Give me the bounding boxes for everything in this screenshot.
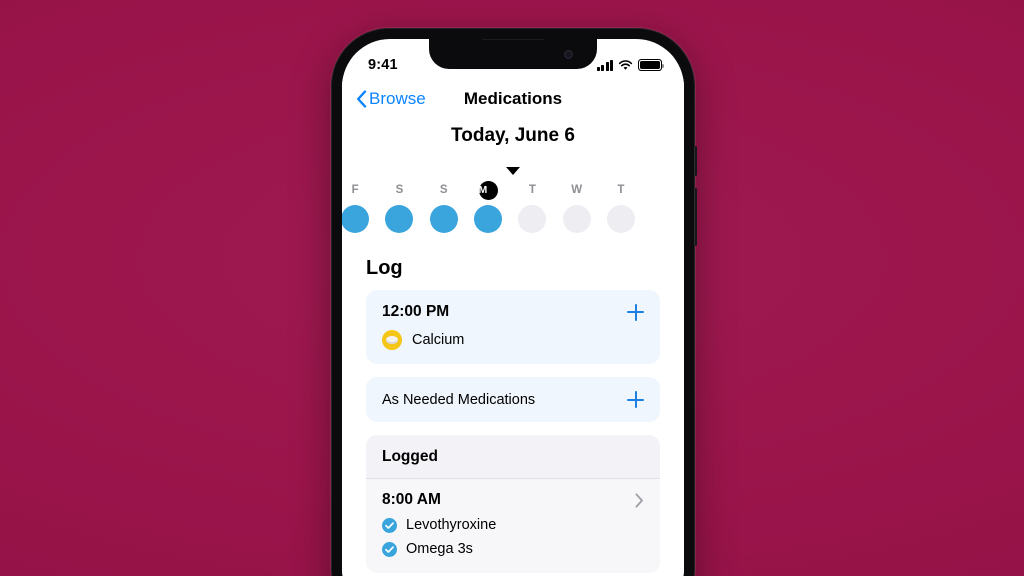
chevron-right-icon[interactable] [635,492,644,508]
wifi-icon [618,59,633,70]
as-needed-medications-card[interactable]: As Needed Medications [366,377,660,422]
day-dose-indicator [606,205,635,233]
day-dose-indicator [562,205,591,233]
day-dose-indicator [474,205,503,233]
day-label: T [528,184,536,196]
logged-entry[interactable]: 8:00 AM Levothyroxine Omega 3s [366,479,660,573]
log-section-title: Log [366,257,403,279]
status-time: 9:41 [368,57,398,73]
check-circle-icon [382,517,397,533]
day-dose-indicator [385,205,414,233]
day-label: W [571,184,583,196]
day-s-1[interactable]: S [377,181,421,233]
day-label: F [351,184,359,196]
day-s-2[interactable]: S [422,181,466,233]
day-t-6[interactable]: T [599,181,643,233]
day-label: S [395,184,404,196]
signal-bars-icon [596,59,613,71]
day-f-0[interactable]: F [342,181,377,233]
logged-time: 8:00 AM [382,491,441,508]
day-selector[interactable]: FSSMTWT [342,181,684,233]
day-t-4[interactable]: T [510,181,554,233]
day-m-3[interactable]: M [466,181,510,233]
tablet-pill-icon [382,330,402,350]
log-scroll-content[interactable]: Log 12:00 PM Calcium As Needed Medicatio… [342,231,684,576]
week-strip: FSSMTWT [342,159,684,233]
check-glyph [385,521,394,529]
day-label: S [439,184,448,196]
check-glyph [385,545,394,553]
day-dose-indicator [518,205,547,233]
date-header: Today, June 6 [451,125,575,146]
day-label: M [478,181,498,200]
back-button-label: Browse [369,89,426,108]
logged-medication-name: Omega 3s [406,541,473,557]
add-as-needed-button[interactable] [627,391,644,408]
day-w-5[interactable]: W [554,181,598,233]
due-medication-row[interactable]: Calcium [382,330,644,350]
front-camera-icon [564,50,573,59]
chevron-left-icon [357,90,367,108]
phone-device: 9:41 Browse Medications Today, June 6 F … [331,28,697,576]
day-dose-indicator [429,205,458,233]
caret-down-icon [506,167,520,175]
logged-medication-row[interactable]: Levothyroxine [382,517,644,533]
day-label: T [617,184,625,196]
back-button[interactable]: Browse [356,89,426,109]
logged-medication-name: Levothyroxine [406,517,497,533]
logged-section-header: Logged [366,435,660,479]
due-medication-name: Calcium [412,332,465,348]
phone-screen: 9:41 Browse Medications Today, June 6 F … [342,39,684,576]
earpiece-speaker [481,39,545,40]
due-dose-card-header: 12:00 PM [382,303,644,321]
battery-icon [638,59,665,71]
logged-section: Logged 8:00 AM Levothyroxine Omega 3s [366,435,660,573]
due-dose-time: 12:00 PM [382,303,450,320]
logged-medication-row[interactable]: Omega 3s [382,541,644,557]
device-notch [429,39,597,69]
navigation-bar: Browse Medications [342,79,684,119]
volume-up-button[interactable] [694,146,697,176]
logged-entry-header[interactable]: 8:00 AM [382,491,644,509]
day-dose-indicator [342,205,370,233]
as-needed-label: As Needed Medications [382,391,536,408]
add-dose-button[interactable] [627,303,644,321]
check-circle-icon [382,541,397,557]
due-dose-card[interactable]: 12:00 PM Calcium [366,290,660,364]
status-icons [596,59,665,71]
power-button[interactable] [694,188,697,246]
